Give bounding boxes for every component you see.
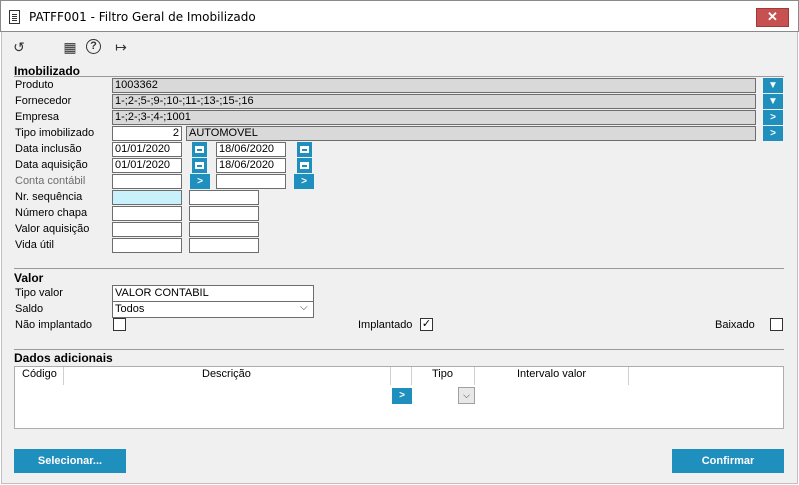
tipo-imobilizado-code-field[interactable]: 2 [112,126,182,141]
tipo-imobilizado-label: Tipo imobilizado [15,127,95,139]
calendar-icon[interactable] [297,142,312,157]
data-inclusao-from-field[interactable]: 01/01/2020 [112,142,182,157]
exit-icon[interactable]: ↦ [112,38,130,56]
produto-field[interactable]: 1003362 [112,78,756,93]
valor-title: Valor [14,271,44,285]
row-expand-button[interactable]: > [392,388,412,404]
chevron-right-icon: > [770,112,776,123]
data-aquisicao-to-field[interactable]: 18/06/2020 [216,158,286,173]
column-separator [390,367,391,385]
column-separator [628,367,629,385]
chevron-right-icon: > [770,128,776,139]
dados-adicionais-title: Dados adicionais [14,351,113,365]
column-header-intervalo-valor[interactable]: Intervalo valor [517,368,586,380]
valor-aquisicao-to-field[interactable] [189,222,259,237]
numero-chapa-from-field[interactable] [112,206,182,221]
selecionar-button[interactable]: Selecionar... [14,449,126,473]
filter-icon: ▼ [768,80,778,91]
empresa-select-button[interactable]: > [763,110,783,125]
vida-util-to-field[interactable] [189,238,259,253]
data-aquisicao-from-field[interactable]: 01/01/2020 [112,158,182,173]
empresa-label: Empresa [15,111,60,123]
confirmar-button[interactable]: Confirmar [672,449,784,473]
baixado-checkbox[interactable] [770,318,783,331]
conta-contabil-to-field[interactable] [216,174,286,189]
nr-sequencia-from-field[interactable] [112,190,182,205]
nr-sequencia-label: Nr. sequência [15,191,83,203]
saldo-select-value: Todos [115,303,145,315]
column-header-codigo[interactable]: Código [22,368,57,380]
fornecedor-field[interactable]: 1-;2-;5-;9-;10-;11-;13-;15-;16 [112,94,756,109]
column-separator [63,367,64,385]
implantado-checkbox[interactable]: ✓ [420,318,433,331]
calendar-icon[interactable] [192,158,207,173]
column-header-tipo[interactable]: Tipo [432,368,453,380]
fornecedor-label: Fornecedor [15,95,72,107]
chevron-right-icon: > [197,176,203,187]
nao-implantado-label: Não implantado [15,319,93,331]
produto-filter-button[interactable]: ▼ [763,78,783,93]
column-separator [411,367,412,385]
conta-contabil-from-field[interactable] [112,174,182,189]
column-separator [474,367,475,385]
nr-sequencia-to-field[interactable] [189,190,259,205]
calendar-icon[interactable]: ▦ [61,38,79,56]
chevron-down-icon: ⌵ [300,302,308,313]
saldo-label: Saldo [15,303,44,315]
calendar-icon[interactable] [297,158,312,173]
imobilizado-divider [14,76,784,77]
data-inclusao-to-field[interactable]: 18/06/2020 [216,142,286,157]
numero-chapa-label: Número chapa [15,207,88,219]
tipo-valor-label: Tipo valor [15,287,63,299]
fornecedor-filter-button[interactable]: ▼ [763,94,783,109]
check-icon: ✓ [421,318,432,330]
tipo-imobilizado-select-button[interactable]: > [763,126,783,141]
conta-contabil-to-button[interactable]: > [294,174,314,189]
vida-util-from-field[interactable] [112,238,182,253]
conta-contabil-from-button[interactable]: > [190,174,210,189]
tipo-valor-field[interactable]: VALOR CONTABIL [112,285,314,302]
empresa-field[interactable]: 1-;2-;3-;4-;1001 [112,110,756,125]
saldo-select[interactable]: Todos [112,301,314,318]
column-header-descricao[interactable]: Descrição [202,368,251,380]
document-icon [9,10,20,24]
data-aquisicao-label: Data aquisição [15,159,88,171]
refresh-icon[interactable]: ↺ [10,38,28,56]
chevron-right-icon: > [301,176,307,187]
window-title: PATFF001 - Filtro Geral de Imobilizado [29,10,256,24]
nao-implantado-checkbox[interactable] [113,318,126,331]
valor-divider [14,268,784,269]
filter-icon: ▼ [768,96,778,107]
help-icon[interactable]: ? [86,39,101,54]
data-inclusao-label: Data inclusão [15,143,82,155]
numero-chapa-to-field[interactable] [189,206,259,221]
tipo-imobilizado-desc-field: AUTOMOVEL [186,126,756,141]
chevron-down-icon: ⌵ [463,390,470,400]
calendar-icon[interactable] [192,142,207,157]
valor-aquisicao-from-field[interactable] [112,222,182,237]
implantado-label: Implantado [358,319,413,331]
baixado-label: Baixado [715,319,755,331]
tipo-dropdown[interactable]: ⌵ [458,387,475,404]
vida-util-label: Vida útil [15,239,54,251]
dados-adicionais-divider [14,349,784,350]
conta-contabil-label: Conta contábil [15,175,86,187]
close-button[interactable]: ✕ [756,8,789,27]
valor-aquisicao-label: Valor aquisição [15,223,90,235]
produto-label: Produto [15,79,54,91]
